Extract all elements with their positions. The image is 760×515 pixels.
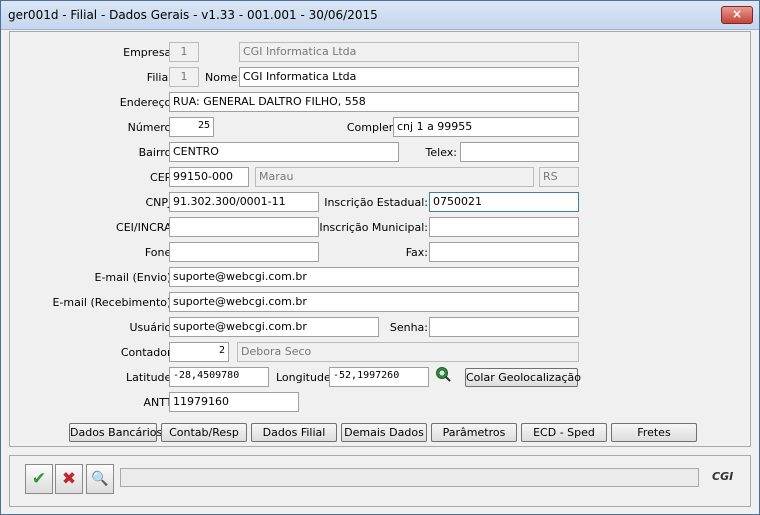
senha-label: Senha:: [389, 321, 428, 334]
cgi-logo: CGI: [712, 470, 734, 483]
main-window: ger001d - Filial - Dados Gerais - v1.33 …: [0, 0, 760, 515]
contador-code-field[interactable]: 2: [169, 342, 229, 362]
uf-field: RS: [539, 167, 579, 187]
ie-label: Inscrição Estadual:: [324, 196, 428, 209]
telex-field[interactable]: [460, 142, 579, 162]
email-envio-label: E-mail (Envio):: [94, 271, 176, 284]
colar-geolocalizacao-button[interactable]: Colar Geolocalização: [465, 368, 581, 387]
footer-toolbar: ✔ ✖ 🔍 CGI: [9, 455, 751, 507]
tab-ecd-sped[interactable]: ECD - Sped: [521, 423, 607, 442]
tab-contab-resp[interactable]: Contab/Resp: [161, 423, 247, 442]
antt-field[interactable]: 11979160: [169, 392, 299, 412]
tab-dados-bancarios[interactable]: Dados Bancários: [69, 423, 162, 442]
im-field[interactable]: [429, 217, 579, 237]
empresa-name-field: CGI Informatica Ltda: [239, 42, 579, 62]
nome-label: Nome:: [205, 71, 242, 84]
tab-dados-filial[interactable]: Dados Filial: [251, 423, 337, 442]
im-label: Inscrição Municipal:: [319, 221, 428, 234]
empresa-code-field[interactable]: 1: [169, 42, 199, 62]
magnifier-icon: 🔍: [91, 471, 109, 487]
bairro-field[interactable]: CENTRO: [169, 142, 399, 162]
tab-parametros[interactable]: Parâmetros: [431, 423, 517, 442]
cep-field[interactable]: 99150-000: [169, 167, 249, 187]
cnpj-field[interactable]: 91.302.300/0001-11: [169, 192, 319, 212]
tab-fretes[interactable]: Fretes: [611, 423, 697, 442]
general-data-panel: Empresa: 1 CGI Informatica Ltda Filial: …: [9, 31, 751, 447]
cidade-field: Marau: [255, 167, 534, 187]
contador-label: Contador:: [120, 346, 175, 359]
cei-label: CEI/INCRA:: [116, 221, 175, 234]
search-button[interactable]: 🔍: [86, 464, 114, 494]
confirm-button[interactable]: ✔: [25, 464, 53, 494]
empresa-label: Empresa:: [123, 46, 175, 59]
telex-label: Telex:: [425, 146, 457, 159]
endereco-field[interactable]: RUA: GENERAL DALTRO FILHO, 558: [169, 92, 579, 112]
contador-name-field: Debora Seco: [237, 342, 579, 362]
endereco-label: Endereço:: [119, 96, 175, 109]
fone-field[interactable]: [169, 242, 319, 262]
window-title: ger001d - Filial - Dados Gerais - v1.33 …: [8, 8, 378, 22]
status-bar: [120, 468, 699, 487]
tab-demais-dados[interactable]: Demais Dados: [341, 423, 427, 442]
x-icon: ✖: [61, 469, 77, 489]
email-receb-field[interactable]: suporte@webcgi.com.br: [169, 292, 579, 312]
cei-field[interactable]: [169, 217, 319, 237]
senha-field[interactable]: [429, 317, 579, 337]
usuario-field[interactable]: suporte@webcgi.com.br: [169, 317, 379, 337]
email-receb-label: E-mail (Recebimento):: [52, 296, 175, 309]
latitude-label: Latitude:: [126, 371, 175, 384]
geolocation-search-icon[interactable]: [435, 366, 451, 382]
ie-field[interactable]: 0750021: [429, 192, 579, 212]
title-bar: ger001d - Filial - Dados Gerais - v1.33 …: [1, 1, 759, 30]
longitude-label: Longitude:: [276, 371, 335, 384]
longitude-field[interactable]: -52,1997260: [329, 367, 429, 387]
numero-field[interactable]: 25: [169, 117, 214, 137]
nome-field[interactable]: CGI Informatica Ltda: [239, 67, 579, 87]
latitude-field[interactable]: -28,4509780: [169, 367, 269, 387]
fax-field[interactable]: [429, 242, 579, 262]
filial-code-field[interactable]: 1: [169, 67, 199, 87]
numero-label: Número:: [127, 121, 175, 134]
close-button[interactable]: ×: [721, 6, 753, 24]
fax-label: Fax:: [405, 246, 428, 259]
complemento-field[interactable]: cnj 1 a 99955: [393, 117, 579, 137]
cancel-button[interactable]: ✖: [55, 464, 83, 494]
checkmark-icon: ✔: [31, 469, 47, 489]
email-envio-field[interactable]: suporte@webcgi.com.br: [169, 267, 579, 287]
